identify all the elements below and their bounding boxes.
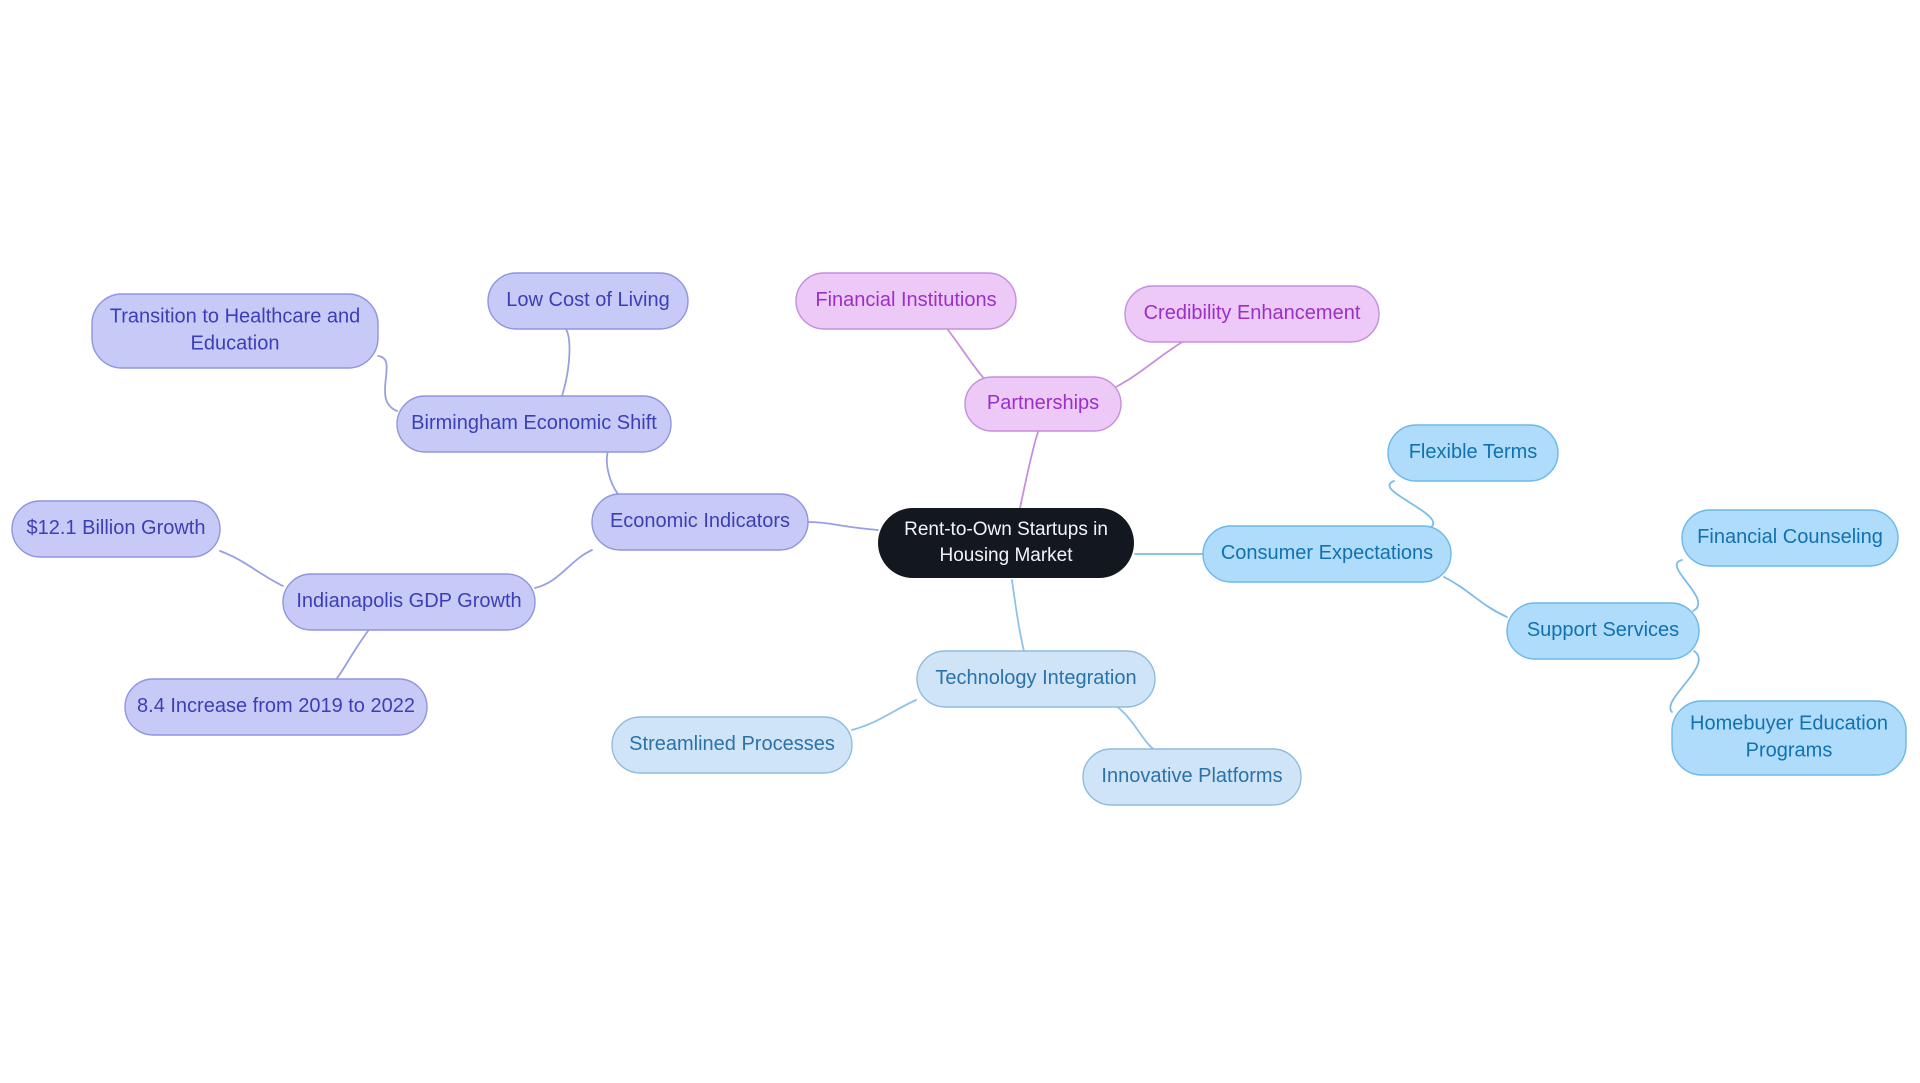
- node-label-line: Flexible Terms: [1409, 441, 1538, 463]
- mindmap-node-low-cost-of-living[interactable]: Low Cost of Living: [487, 272, 689, 330]
- node-label-line: Homebuyer Education: [1690, 713, 1888, 735]
- node-label: Credibility Enhancement: [1144, 302, 1361, 324]
- mindmap-node-twelve-one-billion-growth[interactable]: $12.1 Billion Growth: [11, 500, 221, 558]
- mindmap-node-flexible-terms[interactable]: Flexible Terms: [1387, 424, 1559, 482]
- node-label-line: Transition to Healthcare and: [110, 306, 361, 328]
- mindmap-node-homebuyer-education-programs[interactable]: Homebuyer Education Programs: [1671, 700, 1907, 776]
- mindmap-node-innovative-platforms[interactable]: Innovative Platforms: [1082, 748, 1302, 806]
- node-label-line: Technology Integration: [935, 667, 1136, 689]
- node-label-line: 8.4 Increase from 2019 to 2022: [137, 695, 415, 717]
- mindmap-edge-indianapolis-increase: [329, 630, 369, 687]
- mindmap-svg: Rent-to-Own Startups in Housing Market Eco…: [11, 272, 1907, 806]
- mindmap-node-technology-integration[interactable]: Technology Integration: [916, 650, 1156, 708]
- mindmap-node-financial-institutions[interactable]: Financial Institutions: [795, 272, 1017, 330]
- node-label-line: Education: [191, 333, 280, 355]
- mindmap-node-support-services[interactable]: Support Services: [1506, 602, 1700, 660]
- node-label: 8.4 Increase from 2019 to 2022: [137, 695, 415, 717]
- node-label-line: Programs: [1746, 740, 1833, 762]
- mindmap-canvas: Rent-to-Own Startups in Housing Market Eco…: [0, 0, 1920, 1083]
- mindmap-node-partnerships[interactable]: Partnerships: [964, 376, 1122, 432]
- mindmap-edge-consumer-support-services: [1443, 576, 1508, 618]
- mindmap-edge-root-economic-indicators: [807, 521, 879, 531]
- node-label: Consumer Expectations: [1221, 542, 1433, 564]
- node-label: Financial Institutions: [815, 289, 996, 311]
- mindmap-edge-economic-indicators-indianapolis: [534, 549, 593, 589]
- mindmap-edge-technology-innovative: [1111, 702, 1157, 752]
- nodes-layer: Rent-to-Own Startups in Housing Market Eco…: [11, 272, 1907, 806]
- node-label-line: Financial Counseling: [1697, 526, 1883, 548]
- mindmap-node-consumer-expectations[interactable]: Consumer Expectations: [1202, 525, 1452, 583]
- mindmap-edge-consumer-flexible-terms: [1388, 480, 1434, 529]
- mindmap-edge-birmingham-lowcost: [561, 328, 571, 397]
- mindmap-node-streamlined-processes[interactable]: Streamlined Processes: [611, 716, 853, 774]
- node-label: Technology Integration: [935, 667, 1136, 689]
- node-label: Support Services: [1527, 619, 1679, 641]
- mindmap-node-indianapolis-gdp-growth[interactable]: Indianapolis GDP Growth: [282, 573, 536, 631]
- node-label: Low Cost of Living: [506, 289, 669, 311]
- node-label-line: Financial Institutions: [815, 289, 996, 311]
- mindmap-node-credibility-enhancement[interactable]: Credibility Enhancement: [1124, 285, 1380, 343]
- mindmap-edge-partnerships-credibility: [1111, 340, 1185, 390]
- node-label-line: Indianapolis GDP Growth: [296, 590, 521, 612]
- mindmap-node-transition-to-healthcare-and-education[interactable]: Transition to Healthcare and Education: [91, 293, 379, 369]
- mindmap-node-economic-indicators[interactable]: Economic Indicators: [591, 493, 809, 551]
- mindmap-edge-partnerships-financial-institutions: [947, 329, 991, 386]
- node-label-line: Birmingham Economic Shift: [411, 412, 657, 434]
- node-label: Streamlined Processes: [629, 733, 835, 755]
- mindmap-node-financial-counseling[interactable]: Financial Counseling: [1681, 509, 1899, 567]
- node-label-line: Credibility Enhancement: [1144, 302, 1361, 324]
- node-label-line: Streamlined Processes: [629, 733, 835, 755]
- node-label: Flexible Terms: [1409, 441, 1538, 463]
- node-label-line: Rent-to-Own Startups in: [904, 519, 1108, 540]
- node-label: Innovative Platforms: [1101, 765, 1282, 787]
- mindmap-edge-technology-streamlined: [851, 699, 917, 731]
- node-label-line: Innovative Platforms: [1101, 765, 1282, 787]
- node-label-line: Housing Market: [939, 545, 1073, 566]
- node-label-line: Low Cost of Living: [506, 289, 669, 311]
- mindmap-node-birmingham-economic-shift[interactable]: Birmingham Economic Shift: [396, 395, 672, 453]
- mindmap-edge-indianapolis-billion: [219, 550, 284, 587]
- node-label: Financial Counseling: [1697, 526, 1883, 548]
- mindmap-node-increase-2019-2022[interactable]: 8.4 Increase from 2019 to 2022: [124, 678, 428, 736]
- node-label-line: Partnerships: [987, 392, 1099, 414]
- mindmap-edge-root-partnerships: [1019, 431, 1039, 509]
- node-label: Indianapolis GDP Growth: [296, 590, 521, 612]
- node-label: Birmingham Economic Shift: [411, 412, 657, 434]
- node-label-line: $12.1 Billion Growth: [27, 517, 206, 539]
- node-label-line: Support Services: [1527, 619, 1679, 641]
- mindmap-edge-root-technology-integration: [1011, 579, 1025, 652]
- node-label: Partnerships: [987, 392, 1099, 414]
- node-label: $12.1 Billion Growth: [27, 517, 206, 539]
- node-label-line: Consumer Expectations: [1221, 542, 1433, 564]
- node-label: Economic Indicators: [610, 510, 790, 532]
- mindmap-node-root[interactable]: Rent-to-Own Startups in Housing Market: [878, 508, 1134, 578]
- node-label-line: Economic Indicators: [610, 510, 790, 532]
- mindmap-edge-support-financial-counseling: [1675, 559, 1700, 612]
- mindmap-edge-birmingham-transition: [377, 355, 398, 412]
